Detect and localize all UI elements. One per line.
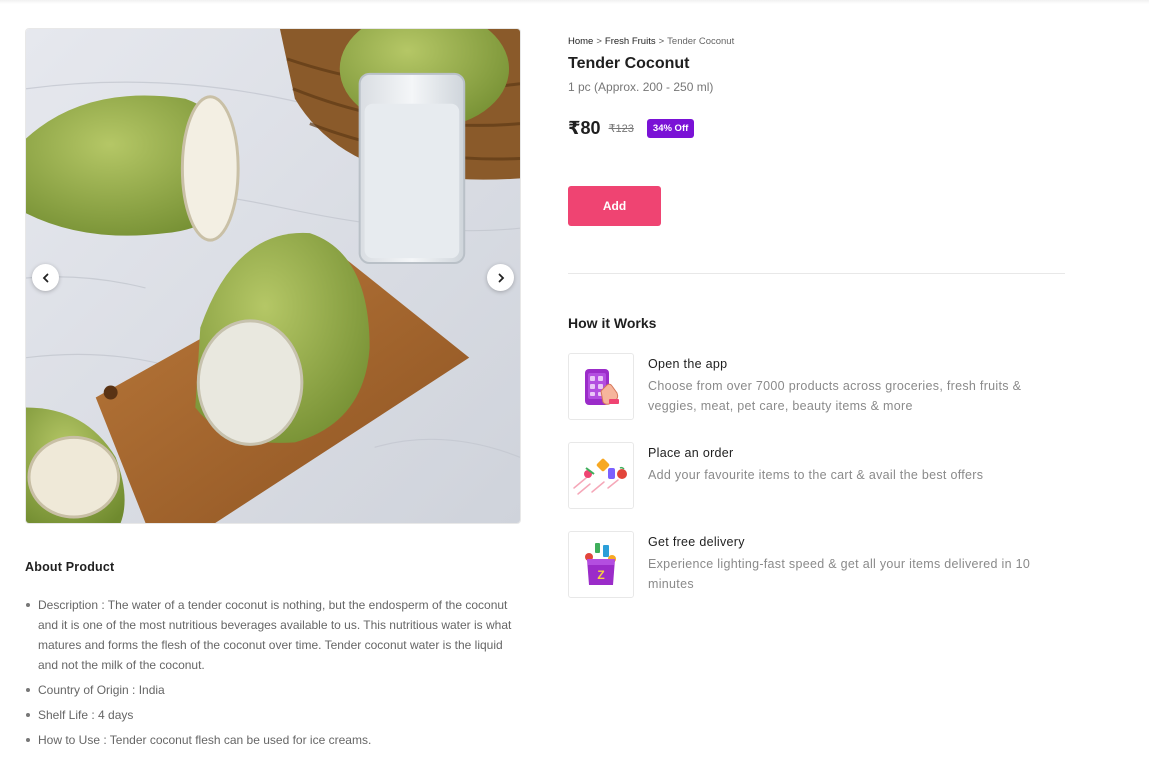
- product-mrp: ₹123: [608, 122, 634, 135]
- how-step-free-delivery: Z Get free delivery Experience lighting-…: [568, 531, 1065, 598]
- product-price: ₹80: [568, 117, 601, 138]
- breadcrumb-separator: >: [658, 35, 665, 47]
- step-title: Place an order: [648, 446, 734, 460]
- about-item-description: Description : The water of a tender coco…: [25, 595, 525, 675]
- step-description: Experience lighting-fast speed & get all…: [648, 557, 1031, 591]
- step-title: Get free delivery: [648, 535, 745, 549]
- breadcrumb-home[interactable]: Home: [568, 36, 593, 47]
- breadcrumb-current: Tender Coconut: [667, 35, 735, 47]
- about-product-list: Description : The water of a tender coco…: [25, 595, 525, 750]
- section-divider: [568, 273, 1065, 274]
- product-image-gallery[interactable]: [25, 28, 521, 524]
- product-image: [26, 29, 520, 523]
- step-icon-box: Z: [568, 531, 634, 598]
- about-product-section: About Product Description : The water of…: [25, 560, 525, 755]
- flying-products-icon: [573, 458, 627, 495]
- breadcrumb-category[interactable]: Fresh Fruits: [605, 36, 656, 47]
- how-step-open-app: Open the app Choose from over 7000 produ…: [568, 353, 1065, 420]
- step-description: Add your favourite items to the cart & a…: [648, 468, 984, 482]
- chevron-left-icon: [42, 273, 48, 282]
- step-icon-box: [568, 442, 634, 509]
- about-item-shelf-life: Shelf Life : 4 days: [25, 705, 525, 725]
- how-step-place-order: Place an order Add your favourite items …: [568, 442, 1065, 509]
- about-item-origin: Country of Origin : India: [25, 680, 525, 700]
- step-icon-box: [568, 353, 634, 420]
- about-item-how-to-use: How to Use : Tender coconut flesh can be…: [25, 730, 525, 750]
- breadcrumb: Home > Fresh Fruits > Tender Coconut: [568, 34, 1065, 48]
- grocery-bag-icon: Z: [585, 542, 616, 585]
- add-to-cart-button[interactable]: Add: [568, 186, 661, 226]
- chevron-right-icon: [498, 273, 504, 282]
- price-row: ₹80 ₹123 34% Off: [568, 116, 1065, 140]
- product-quantity: 1 pc (Approx. 200 - 250 ml): [568, 80, 714, 94]
- product-title: Tender Coconut: [568, 55, 690, 72]
- svg-text:Z: Z: [597, 568, 604, 582]
- gallery-prev-button[interactable]: [32, 264, 59, 291]
- about-product-heading: About Product: [25, 560, 115, 574]
- discount-badge: 34% Off: [646, 118, 695, 138]
- top-shadow: [0, 0, 1149, 4]
- gallery-next-button[interactable]: [487, 264, 514, 291]
- phone-tap-icon: [585, 368, 619, 405]
- how-it-works-heading: How it Works: [568, 315, 657, 331]
- breadcrumb-separator: >: [596, 35, 602, 47]
- step-title: Open the app: [648, 357, 728, 371]
- step-description: Choose from over 7000 products across gr…: [648, 379, 1022, 413]
- product-info-panel: Home > Fresh Fruits > Tender Coconut Ten…: [568, 34, 1065, 598]
